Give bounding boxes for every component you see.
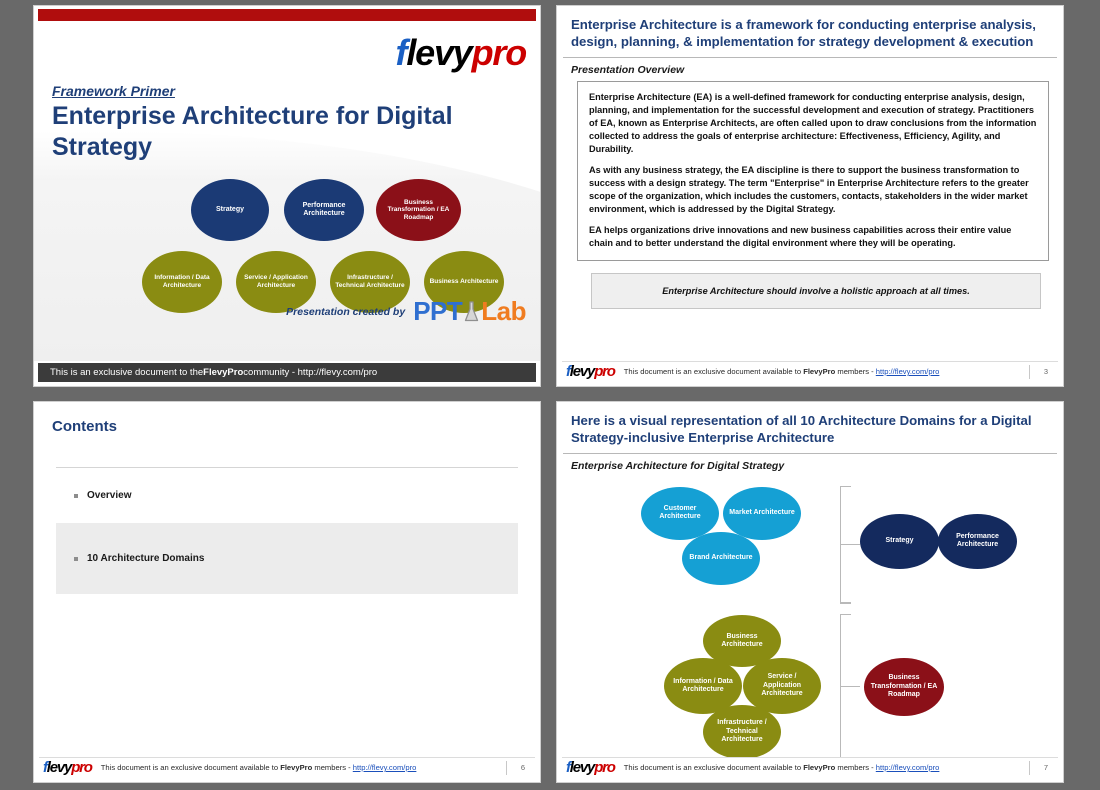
cover-ellipse-label: Business Architecture <box>429 278 499 286</box>
node-market-architecture: Market Architecture <box>723 486 801 540</box>
pptlab-logo: PPT Lab <box>413 296 526 327</box>
cover-ellipse-label: Strategy <box>215 205 244 213</box>
footer-text: This document is an exclusive document a… <box>624 763 940 772</box>
node-strategy: Strategy <box>860 513 939 569</box>
node-performance-architecture: Performance Architecture <box>938 513 1017 569</box>
cover-footer-brand: FlevyPro <box>203 367 244 378</box>
slide-domains-heading: Here is a visual representation of all 1… <box>563 407 1057 454</box>
footer-link[interactable]: http://flevy.com/pro <box>876 763 940 772</box>
slide-footer: flevypro This document is an exclusive d… <box>39 757 535 777</box>
node-label: Infrastructure / Technical Architecture <box>717 719 767 743</box>
cover-ellipse-label: Infrastructure / Technical Architecture <box>335 274 405 289</box>
cover-footer-pre: This is an exclusive document to the <box>50 367 204 378</box>
node-brand-architecture: Brand Architecture <box>682 531 760 585</box>
flevypro-logo-pro: pro <box>71 759 93 776</box>
toc-item-10-architecture-domains[interactable]: 10 Architecture Domains <box>56 523 518 594</box>
node-label: Customer Architecture <box>659 505 701 521</box>
overview-text-box: Enterprise Architecture (EA) is a well-d… <box>577 80 1049 261</box>
slide-architecture-domains[interactable]: Here is a visual representation of all 1… <box>556 401 1064 783</box>
slide-deck-grid: flevypro Framework Primer Enterprise Arc… <box>0 0 1100 790</box>
overview-paragraph: Enterprise Architecture (EA) is a well-d… <box>589 91 1037 155</box>
cover-eyebrow: Framework Primer <box>52 83 175 99</box>
flevypro-logo: flevypro <box>566 363 616 380</box>
slide-cover[interactable]: flevypro Framework Primer Enterprise Arc… <box>33 5 541 387</box>
cover-ellipse-label: Performance Architecture <box>302 201 346 217</box>
footer-text-mid: members - <box>312 763 353 772</box>
cover-title: Enterprise Architecture for Digital Stra… <box>52 102 453 161</box>
slide-overview-subheading: Presentation Overview <box>571 63 685 76</box>
flevypro-logo-f: f <box>395 32 408 73</box>
footer-link[interactable]: http://flevy.com/pro <box>353 763 417 772</box>
node-label: Business Architecture <box>721 632 763 648</box>
node-service-application-architecture: Service / Application Architecture <box>743 657 821 714</box>
node-label: Business Transformation / EA Roadmap <box>870 674 938 698</box>
flevypro-logo-levy: levy <box>46 759 73 776</box>
contents-title: Contents <box>52 418 117 435</box>
flevypro-logo-levy: levy <box>406 32 472 73</box>
cover-footer-bar: This is an exclusive document to the Fle… <box>38 363 536 382</box>
node-customer-architecture: Customer Architecture <box>641 486 719 540</box>
cover-body: flevypro Framework Primer Enterprise Arc… <box>34 21 540 361</box>
slide-domains-subheading: Enterprise Architecture for Digital Stra… <box>571 459 785 472</box>
cover-ellipse-performance-architecture: Performance Architecture <box>284 179 364 241</box>
toc-item-label: 10 Architecture Domains <box>87 553 205 564</box>
flevypro-logo: flevypro <box>566 759 616 776</box>
footer-text-brand: FlevyPro <box>280 763 313 772</box>
toc-item-label: Overview <box>87 490 132 501</box>
footer-text: This document is an exclusive document a… <box>624 367 940 376</box>
node-label: Performance Architecture <box>956 533 999 549</box>
slide-overview-heading: Enterprise Architecture is a framework f… <box>563 11 1057 58</box>
slide-footer: flevypro This document is an exclusive d… <box>562 361 1058 381</box>
node-label: Service / Application Architecture <box>761 673 803 697</box>
cover-credit-label: Presentation created by <box>286 305 406 318</box>
slide-contents[interactable]: Contents Overview 10 Architecture Domain… <box>33 401 541 783</box>
overview-callout-box: Enterprise Architecture should involve a… <box>591 272 1041 309</box>
flevypro-logo: flevypro <box>43 759 93 776</box>
flevypro-logo: flevypro <box>395 32 528 73</box>
footer-link[interactable]: http://flevy.com/pro <box>876 367 940 376</box>
slide-footer: flevypro This document is an exclusive d… <box>562 757 1058 777</box>
node-label: Strategy <box>885 537 914 545</box>
footer-text-brand: FlevyPro <box>803 367 836 376</box>
page-number: 3 <box>1028 364 1048 379</box>
footer-text-pre: This document is an exclusive document a… <box>623 367 804 376</box>
node-business-transformation-ea-roadmap: Business Transformation / EA Roadmap <box>864 657 944 716</box>
cover-footer-post: community - http://flevy.com/pro <box>243 367 378 378</box>
overview-paragraph: EA helps organizations drive innovations… <box>589 225 1012 249</box>
flevypro-logo-levy: levy <box>569 363 596 380</box>
page-number: 6 <box>505 760 525 775</box>
cover-ellipse-label: Service / Application Architecture <box>244 274 308 289</box>
footer-text-pre: This document is an exclusive document a… <box>100 763 281 772</box>
node-infrastructure-technical-architecture: Infrastructure / Technical Architecture <box>703 704 781 759</box>
bullet-icon <box>74 556 78 561</box>
flevypro-logo-pro: pro <box>471 32 528 73</box>
node-label: Brand Architecture <box>689 554 753 562</box>
slide-overview[interactable]: Enterprise Architecture is a framework f… <box>556 5 1064 387</box>
flevypro-logo-pro: pro <box>594 363 616 380</box>
cover-ellipse-label: Business Transformation / EA Roadmap <box>387 198 450 221</box>
node-label: Market Architecture <box>729 509 795 517</box>
footer-text-mid: members - <box>835 367 876 376</box>
pptlab-logo-ppt: PPT <box>413 296 463 326</box>
flevypro-logo-levy: levy <box>569 759 596 776</box>
cover-ellipse-label: Information / Data Architecture <box>154 274 210 289</box>
overview-paragraph: As with any business strategy, the EA di… <box>589 165 1029 215</box>
flask-icon <box>465 300 479 321</box>
page-number: 7 <box>1028 760 1048 775</box>
cover-ellipse-strategy: Strategy <box>191 179 269 241</box>
node-label: Information / Data Architecture <box>673 677 733 693</box>
footer-text: This document is an exclusive document a… <box>101 763 417 772</box>
pptlab-logo-lab: Lab <box>481 296 526 326</box>
cover-red-bar <box>38 9 536 21</box>
cover-ellipse-information-data-architecture: Information / Data Architecture <box>142 251 222 313</box>
cover-ellipse-business-transformation: Business Transformation / EA Roadmap <box>376 179 461 241</box>
bullet-icon <box>74 493 78 498</box>
flevypro-logo-pro: pro <box>594 759 616 776</box>
cover-credit: Presentation created by PPT Lab <box>286 296 526 327</box>
toc-item-overview[interactable]: Overview <box>56 468 518 523</box>
footer-text-brand: FlevyPro <box>803 763 836 772</box>
footer-text-mid: members - <box>835 763 876 772</box>
architecture-domains-diagram: Customer Architecture Market Architectur… <box>557 472 1063 762</box>
footer-text-pre: This document is an exclusive document a… <box>623 763 804 772</box>
